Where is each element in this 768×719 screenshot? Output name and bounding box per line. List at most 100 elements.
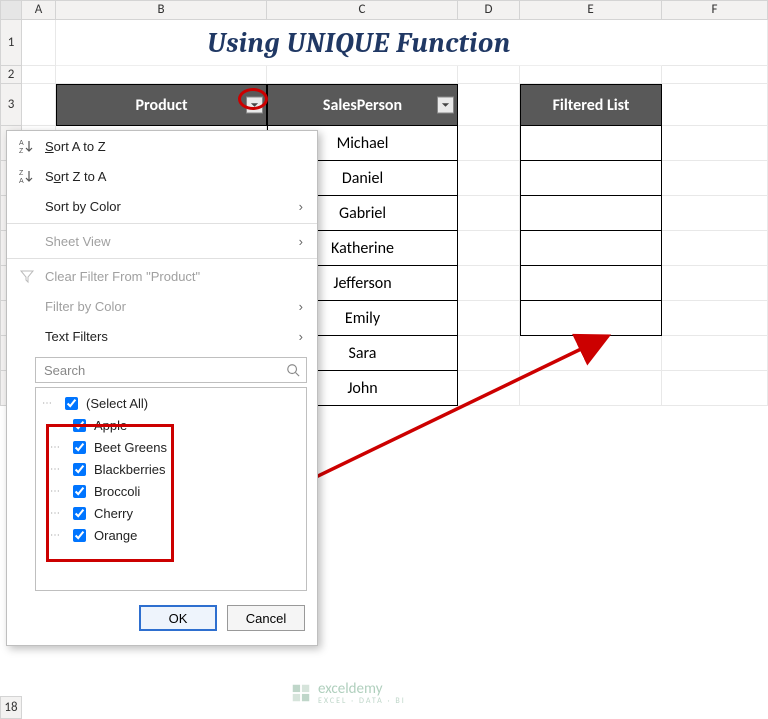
row-header-1[interactable]: 1 xyxy=(0,20,22,66)
header-filtered[interactable]: Filtered List xyxy=(520,84,662,126)
cell-a2[interactable] xyxy=(22,66,56,84)
cell[interactable] xyxy=(662,336,768,371)
cell[interactable] xyxy=(458,231,520,266)
cell[interactable] xyxy=(458,266,520,301)
cell[interactable] xyxy=(458,161,520,196)
menu-text-filters-label: Text Filters xyxy=(45,329,108,344)
menu-clear-filter: Clear Filter From "Product" xyxy=(7,261,317,291)
cancel-button[interactable]: Cancel xyxy=(227,605,305,631)
cell[interactable] xyxy=(662,301,768,336)
annotation-red-box xyxy=(46,424,174,562)
cell[interactable] xyxy=(662,371,768,406)
ok-button[interactable]: OK xyxy=(139,605,217,631)
col-header-c[interactable]: C xyxy=(267,0,458,20)
col-header-b[interactable]: B xyxy=(56,0,267,20)
cell-d2[interactable] xyxy=(458,66,520,84)
annotation-circle xyxy=(238,88,268,110)
col-header-f[interactable]: F xyxy=(662,0,768,20)
cell[interactable] xyxy=(662,266,768,301)
cell-filtered[interactable] xyxy=(520,126,662,161)
menu-sort-color[interactable]: Sort by Color › xyxy=(7,191,317,221)
chevron-down-icon xyxy=(441,101,450,110)
col-header-e[interactable]: E xyxy=(520,0,662,20)
col-header-a[interactable]: A xyxy=(22,0,56,20)
cell-filtered[interactable] xyxy=(520,371,662,406)
row-header-18[interactable]: 18 xyxy=(0,696,22,719)
cell-f3[interactable] xyxy=(662,84,768,126)
chevron-right-icon: › xyxy=(299,199,303,214)
filter-search[interactable] xyxy=(35,357,307,383)
cell[interactable] xyxy=(458,126,520,161)
page-title: Using UNIQUE Function xyxy=(56,20,662,66)
menu-text-filters[interactable]: Text Filters › xyxy=(7,321,317,351)
header-product[interactable]: Product xyxy=(56,84,267,126)
cell[interactable] xyxy=(458,301,520,336)
cell-filtered[interactable] xyxy=(520,301,662,336)
watermark: exceldemy EXCEL · DATA · BI xyxy=(290,680,406,706)
cell[interactable] xyxy=(662,161,768,196)
cell-a3[interactable] xyxy=(22,84,56,126)
menu-clear-filter-label: Clear Filter From "Product" xyxy=(45,269,200,284)
logo-icon xyxy=(290,682,312,704)
row-2: 2 xyxy=(0,66,768,84)
sort-az-icon: AZ xyxy=(17,138,37,154)
filter-check-item[interactable]: ⋯ (Select All) xyxy=(42,392,300,414)
header-salesperson-label: SalesPerson xyxy=(323,96,402,115)
cell-f1[interactable] xyxy=(662,20,768,66)
cell[interactable] xyxy=(662,126,768,161)
search-icon xyxy=(286,363,300,377)
cell[interactable] xyxy=(458,336,520,371)
menu-sort-az[interactable]: AZ Sort A to Z xyxy=(7,131,317,161)
header-salesperson[interactable]: SalesPerson xyxy=(267,84,458,126)
menu-separator xyxy=(7,223,317,224)
menu-filter-color-label: Filter by Color xyxy=(45,299,126,314)
cell-filtered[interactable] xyxy=(520,266,662,301)
svg-text:Z: Z xyxy=(19,170,24,177)
menu-sort-za-label: Sort Z to A xyxy=(45,169,106,184)
search-input[interactable] xyxy=(42,362,262,379)
cell-filtered[interactable] xyxy=(520,231,662,266)
menu-sort-za[interactable]: ZA Sort Z to A xyxy=(7,161,317,191)
cell[interactable] xyxy=(458,371,520,406)
funnel-clear-icon xyxy=(17,268,37,284)
row-18: 18 xyxy=(0,696,22,719)
cell-e2[interactable] xyxy=(520,66,662,84)
chevron-right-icon: › xyxy=(299,329,303,344)
menu-filter-color: Filter by Color › xyxy=(7,291,317,321)
cell-filtered[interactable] xyxy=(520,196,662,231)
column-header-row: A B C D E F xyxy=(0,0,768,20)
row-3: 3 Product SalesPerson Filtered List xyxy=(0,84,768,126)
watermark-tag: EXCEL · DATA · BI xyxy=(318,696,406,706)
row-header-3[interactable]: 3 xyxy=(0,84,22,126)
select-all-corner[interactable] xyxy=(0,0,22,20)
filter-menu: AZ Sort A to Z ZA Sort Z to A Sort by Co… xyxy=(6,130,318,646)
svg-text:Z: Z xyxy=(19,148,24,154)
cell[interactable] xyxy=(458,196,520,231)
tree-connector: ⋯ xyxy=(42,398,56,409)
filter-button-salesperson[interactable] xyxy=(437,97,454,114)
cell-f2[interactable] xyxy=(662,66,768,84)
filter-check-label: (Select All) xyxy=(86,396,148,411)
svg-text:A: A xyxy=(19,178,24,184)
cell[interactable] xyxy=(662,231,768,266)
cell-b2[interactable] xyxy=(56,66,267,84)
cell-filtered[interactable] xyxy=(520,161,662,196)
svg-text:A: A xyxy=(19,140,24,147)
menu-sheet-view: Sheet View › xyxy=(7,226,317,256)
cell-filtered[interactable] xyxy=(520,336,662,371)
menu-sort-color-label: Sort by Color xyxy=(45,199,121,214)
row-1: 1 Using UNIQUE Function xyxy=(0,20,768,66)
menu-sheet-view-label: Sheet View xyxy=(45,234,111,249)
cell-a1[interactable] xyxy=(22,20,56,66)
checkbox[interactable] xyxy=(65,397,78,410)
cell-d3[interactable] xyxy=(458,84,520,126)
menu-sort-az-label: Sort A to Z xyxy=(45,139,106,154)
chevron-right-icon: › xyxy=(299,299,303,314)
cell[interactable] xyxy=(662,196,768,231)
sort-za-icon: ZA xyxy=(17,168,37,184)
chevron-right-icon: › xyxy=(299,234,303,249)
header-filtered-label: Filtered List xyxy=(553,96,630,115)
row-header-2[interactable]: 2 xyxy=(0,66,22,84)
col-header-d[interactable]: D xyxy=(458,0,520,20)
cell-c2[interactable] xyxy=(267,66,458,84)
